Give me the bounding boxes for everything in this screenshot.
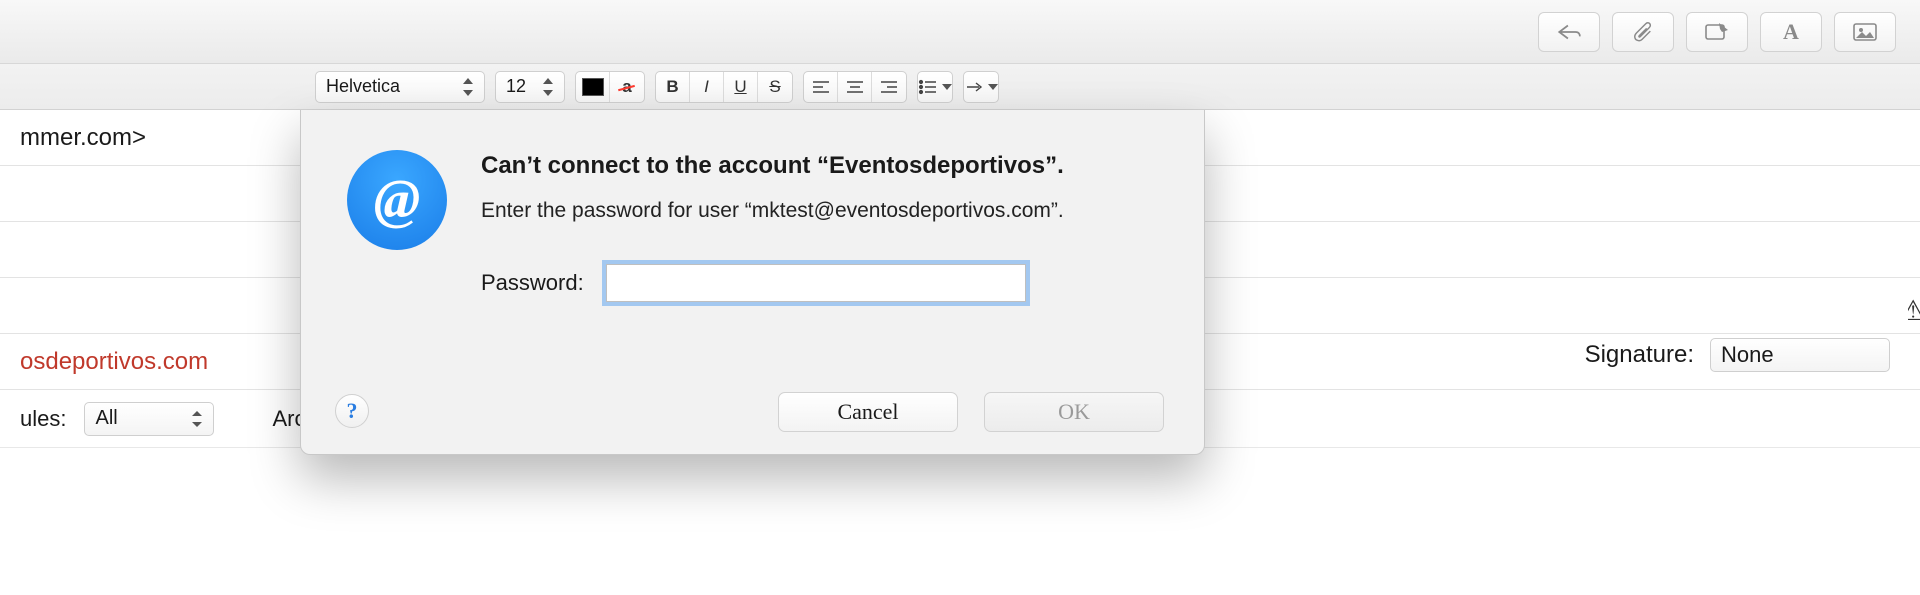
signature-select[interactable]: None [1710,338,1890,372]
rules-label: ules: [20,406,66,432]
dialog-title: Can’t connect to the account “Eventosdep… [481,150,1158,182]
format-bar: Helvetica 12 a B I U S [0,64,1920,110]
clear-style-button[interactable]: a [610,72,644,102]
cancel-button[interactable]: Cancel [778,392,958,432]
ok-button[interactable]: OK [984,392,1164,432]
text-style-group: B I U S [655,71,793,103]
updown-icon [191,411,203,427]
dialog-body: Enter the password for user “mktest@even… [481,196,1158,225]
list-group [917,71,953,103]
font-family-value: Helvetica [326,76,400,97]
to-value-fragment: mmer.com> [20,124,146,152]
reply-button[interactable] [1538,12,1600,52]
signature-value: None [1721,342,1774,368]
password-label: Password: [481,270,584,296]
list-button[interactable] [918,72,952,102]
font-size-select[interactable]: 12 [495,71,565,103]
warning-icon: ⚠︎ [1908,295,1920,325]
updown-icon [462,78,474,96]
rules-select[interactable]: All [84,402,214,436]
indent-button[interactable] [964,72,998,102]
alignment-group [803,71,907,103]
underline-button[interactable]: U [724,72,758,102]
align-right-button[interactable] [872,72,906,102]
font-size-value: 12 [506,76,526,97]
password-dialog: @ Can’t connect to the account “Eventosd… [300,110,1205,455]
format-button[interactable]: A [1760,12,1822,52]
help-button[interactable]: ? [335,394,369,428]
clear-style-icon: a [622,77,631,97]
bold-button[interactable]: B [656,72,690,102]
photo-browser-button[interactable] [1834,12,1896,52]
italic-button[interactable]: I [690,72,724,102]
updown-icon [542,78,554,96]
password-input[interactable] [606,264,1026,302]
markup-button[interactable] [1686,12,1748,52]
signature-label: Signature: [1585,341,1694,369]
text-color-button[interactable] [576,72,610,102]
strikethrough-button[interactable]: S [758,72,792,102]
font-family-select[interactable]: Helvetica [315,71,485,103]
rules-value: All [95,407,117,430]
attach-button[interactable] [1612,12,1674,52]
from-value-fragment: osdeportivos.com [20,348,208,376]
indent-group [963,71,999,103]
align-left-button[interactable] [804,72,838,102]
align-center-button[interactable] [838,72,872,102]
account-icon: @ [347,150,447,250]
signature-area: Signature: None [1585,338,1890,372]
window-titlebar: A [0,0,1920,64]
color-swatch [582,78,604,96]
text-color-group: a [575,71,645,103]
